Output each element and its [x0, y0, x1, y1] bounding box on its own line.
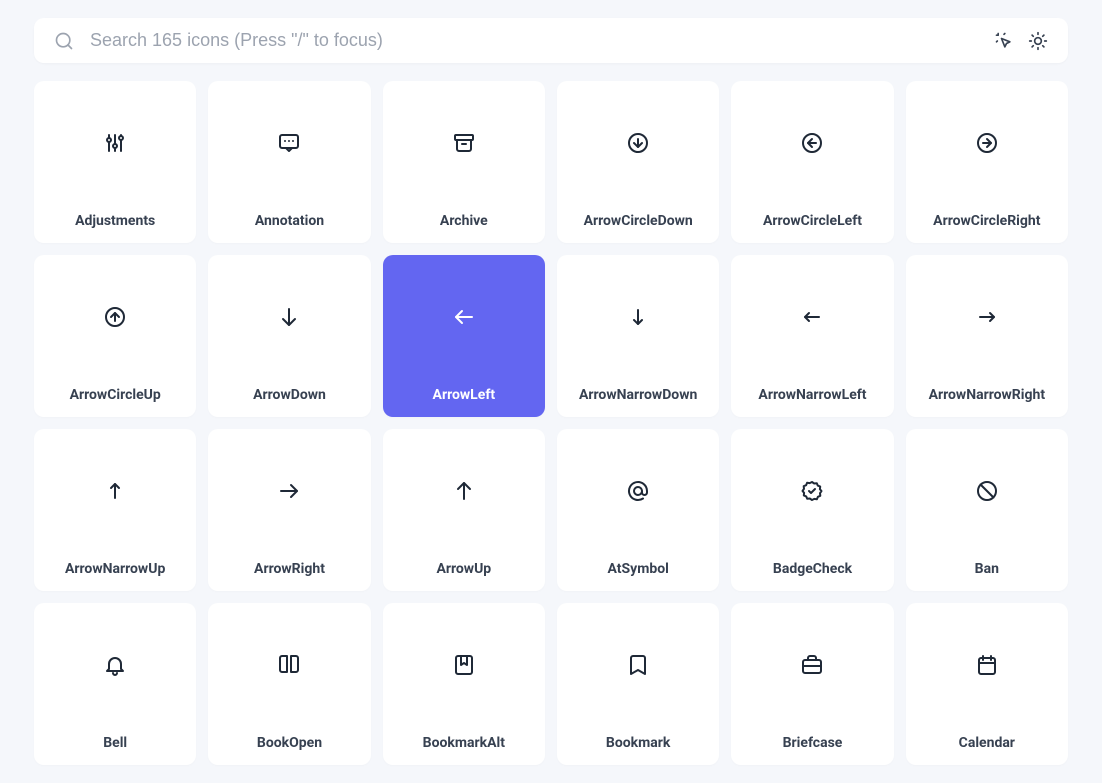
icon-label: ArrowNarrowRight [929, 387, 1045, 403]
arrow-narrow-down-icon [626, 305, 650, 329]
icon-grid: Adjustments Annotation Archive ArrowCirc… [34, 81, 1068, 765]
icon-label: Adjustments [75, 213, 155, 229]
icon-card-arrowcircleup[interactable]: ArrowCircleUp [34, 255, 196, 417]
icon-card-archive[interactable]: Archive [383, 81, 545, 243]
icon-card-arrowdown[interactable]: ArrowDown [208, 255, 370, 417]
ban-icon [975, 479, 999, 503]
archive-icon [452, 131, 476, 155]
arrow-left-icon [452, 305, 476, 329]
arrow-narrow-left-icon [800, 305, 824, 329]
icon-label: ArrowCircleDown [584, 213, 693, 229]
icon-label: AtSymbol [608, 561, 669, 577]
icon-label: ArrowRight [254, 561, 325, 577]
icon-label: ArrowCircleRight [933, 213, 1040, 229]
arrow-circle-left-icon [800, 131, 824, 155]
annotation-icon [277, 131, 301, 155]
icon-card-calendar[interactable]: Calendar [906, 603, 1068, 765]
arrow-down-icon [277, 305, 301, 329]
search-input[interactable] [90, 30, 980, 51]
icon-label: Annotation [255, 213, 324, 229]
icon-label: Calendar [959, 735, 1015, 751]
bell-icon [103, 653, 127, 677]
icon-label: Bell [103, 735, 127, 751]
icon-card-bookopen[interactable]: BookOpen [208, 603, 370, 765]
icon-card-adjustments[interactable]: Adjustments [34, 81, 196, 243]
icon-card-bell[interactable]: Bell [34, 603, 196, 765]
icon-label: Briefcase [783, 735, 843, 751]
icon-card-ban[interactable]: Ban [906, 429, 1068, 591]
arrow-narrow-right-icon [975, 305, 999, 329]
icon-label: BookmarkAlt [423, 735, 505, 751]
icon-label: Ban [975, 561, 999, 577]
icon-label: BookOpen [257, 735, 322, 751]
calendar-icon [975, 653, 999, 677]
icon-card-arrowcircleright[interactable]: ArrowCircleRight [906, 81, 1068, 243]
icon-label: BadgeCheck [773, 561, 852, 577]
icon-label: ArrowNarrowDown [579, 387, 697, 403]
icon-label: ArrowCircleUp [70, 387, 161, 403]
icon-card-bookmarkalt[interactable]: BookmarkAlt [383, 603, 545, 765]
sun-icon[interactable] [1028, 31, 1048, 51]
icon-label: Bookmark [606, 735, 670, 751]
arrow-up-icon [452, 479, 476, 503]
badge-check-icon [800, 479, 824, 503]
icon-card-arrownarrowleft[interactable]: ArrowNarrowLeft [731, 255, 893, 417]
arrow-narrow-up-icon [103, 479, 127, 503]
icon-card-atsymbol[interactable]: AtSymbol [557, 429, 719, 591]
arrow-circle-up-icon [103, 305, 127, 329]
book-open-icon [277, 653, 301, 677]
cursor-click-icon[interactable] [994, 31, 1014, 51]
icon-label: ArrowLeft [433, 387, 496, 403]
icon-label: ArrowUp [436, 561, 491, 577]
arrow-right-icon [277, 479, 301, 503]
arrow-circle-right-icon [975, 131, 999, 155]
icon-card-arrowleft[interactable]: ArrowLeft [383, 255, 545, 417]
icon-label: ArrowDown [253, 387, 326, 403]
icon-card-bookmark[interactable]: Bookmark [557, 603, 719, 765]
icon-card-arrowup[interactable]: ArrowUp [383, 429, 545, 591]
search-icon [54, 31, 74, 51]
icon-card-arrownarrowup[interactable]: ArrowNarrowUp [34, 429, 196, 591]
icon-label: ArrowNarrowUp [65, 561, 165, 577]
icon-card-arrowright[interactable]: ArrowRight [208, 429, 370, 591]
icon-card-arrowcircledown[interactable]: ArrowCircleDown [557, 81, 719, 243]
icon-card-annotation[interactable]: Annotation [208, 81, 370, 243]
search-bar [34, 18, 1068, 63]
icon-card-arrowcircleleft[interactable]: ArrowCircleLeft [731, 81, 893, 243]
icon-card-briefcase[interactable]: Briefcase [731, 603, 893, 765]
icon-card-badgecheck[interactable]: BadgeCheck [731, 429, 893, 591]
icon-card-arrownarrowright[interactable]: ArrowNarrowRight [906, 255, 1068, 417]
bookmark-alt-icon [452, 653, 476, 677]
icon-label: ArrowCircleLeft [763, 213, 862, 229]
icon-label: Archive [440, 213, 488, 229]
briefcase-icon [800, 653, 824, 677]
at-symbol-icon [626, 479, 650, 503]
arrow-circle-down-icon [626, 131, 650, 155]
bookmark-icon [626, 653, 650, 677]
icon-card-arrownarrowdown[interactable]: ArrowNarrowDown [557, 255, 719, 417]
icon-label: ArrowNarrowLeft [758, 387, 866, 403]
adjustments-icon [103, 131, 127, 155]
